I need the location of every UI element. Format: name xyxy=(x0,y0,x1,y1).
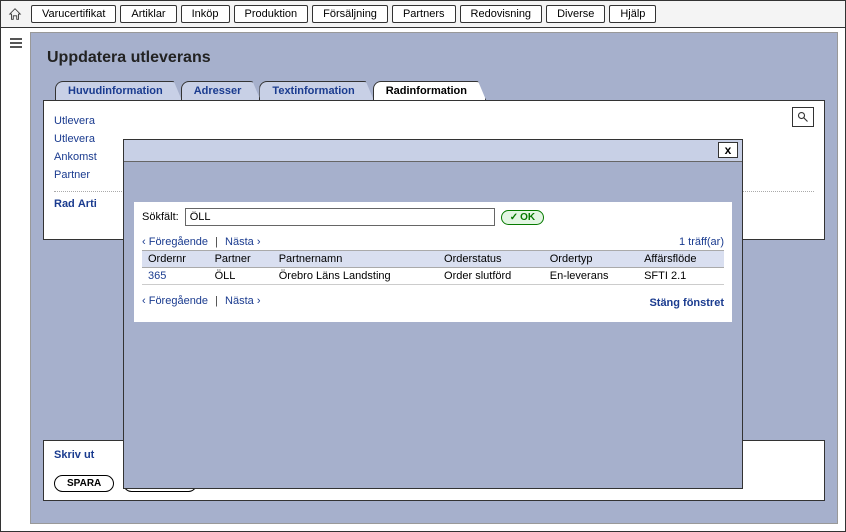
menu-artiklar[interactable]: Artiklar xyxy=(120,5,176,23)
menu-inkop[interactable]: Inköp xyxy=(181,5,230,23)
menu-hjalp[interactable]: Hjälp xyxy=(609,5,656,23)
nav-next-top[interactable]: Nästa › xyxy=(225,236,260,248)
col-partner[interactable]: Partner xyxy=(209,251,273,268)
result-table: Ordernr Partner Partnernamn Orderstatus … xyxy=(142,250,724,285)
menu-diverse[interactable]: Diverse xyxy=(546,5,605,23)
search-input[interactable] xyxy=(185,208,495,226)
home-icon[interactable] xyxy=(7,6,23,22)
menu-redovisning[interactable]: Redovisning xyxy=(460,5,543,23)
modal-close-button[interactable]: x xyxy=(718,142,738,158)
nav-prev-bottom[interactable]: ‹ Föregående xyxy=(142,295,208,307)
nav-prev-top[interactable]: ‹ Föregående xyxy=(142,236,208,248)
cell-orderstatus: Order slutförd xyxy=(438,268,544,285)
form-label-0: Utlevera xyxy=(54,115,159,127)
save-button[interactable]: SPARA xyxy=(54,475,114,492)
main-area: Uppdatera utleverans Huvudinformation Ad… xyxy=(30,32,838,524)
cell-partner: ÖLL xyxy=(209,268,273,285)
tab-row: Huvudinformation Adresser Textinformatio… xyxy=(43,81,825,100)
cell-ordernr[interactable]: 365 xyxy=(142,268,209,285)
sidebar-toggle-icon[interactable] xyxy=(8,35,26,53)
col-affarsflode[interactable]: Affärsflöde xyxy=(638,251,724,268)
menu-forsaljning[interactable]: Försäljning xyxy=(312,5,388,23)
hits-count: 1 träff(ar) xyxy=(679,236,724,248)
cell-partnernamn: Örebro Läns Landsting xyxy=(273,268,438,285)
search-modal: x Sökfält: ✓ OK ‹ Föregående | Nästa › 1… xyxy=(123,139,743,489)
col-ordertyp[interactable]: Ordertyp xyxy=(544,251,638,268)
arti-label: Arti xyxy=(78,198,97,210)
table-row[interactable]: 365 ÖLL Örebro Läns Landsting Order slut… xyxy=(142,268,724,285)
nav-next-bottom[interactable]: Nästa › xyxy=(225,295,260,307)
rad-label: Rad xyxy=(54,198,75,210)
ok-label: OK xyxy=(520,212,535,223)
tab-textinformation[interactable]: Textinformation xyxy=(259,81,373,100)
modal-body: Sökfält: ✓ OK ‹ Föregående | Nästa › 1 t… xyxy=(134,202,732,322)
check-icon: ✓ xyxy=(510,212,518,223)
search-label: Sökfält: xyxy=(142,211,179,223)
menu-varucertifikat[interactable]: Varucertifikat xyxy=(31,5,116,23)
tab-huvudinformation[interactable]: Huvudinformation xyxy=(55,81,182,100)
ok-button[interactable]: ✓ OK xyxy=(501,210,544,225)
modal-titlebar: x xyxy=(124,140,742,162)
tab-radinformation[interactable]: Radinformation xyxy=(373,81,486,100)
col-partnernamn[interactable]: Partnernamn xyxy=(273,251,438,268)
page-title: Uppdatera utleverans xyxy=(47,49,825,67)
menu-produktion[interactable]: Produktion xyxy=(234,5,309,23)
cell-affarsflode: SFTI 2.1 xyxy=(638,268,724,285)
cell-ordertyp: En-leverans xyxy=(544,268,638,285)
top-menu: Varucertifikat Artiklar Inköp Produktion… xyxy=(1,1,845,28)
col-ordernr[interactable]: Ordernr xyxy=(142,251,209,268)
search-icon[interactable] xyxy=(792,107,814,127)
menu-partners[interactable]: Partners xyxy=(392,5,456,23)
col-orderstatus[interactable]: Orderstatus xyxy=(438,251,544,268)
tab-adresser[interactable]: Adresser xyxy=(181,81,261,100)
close-window-link[interactable]: Stäng fönstret xyxy=(649,297,724,309)
